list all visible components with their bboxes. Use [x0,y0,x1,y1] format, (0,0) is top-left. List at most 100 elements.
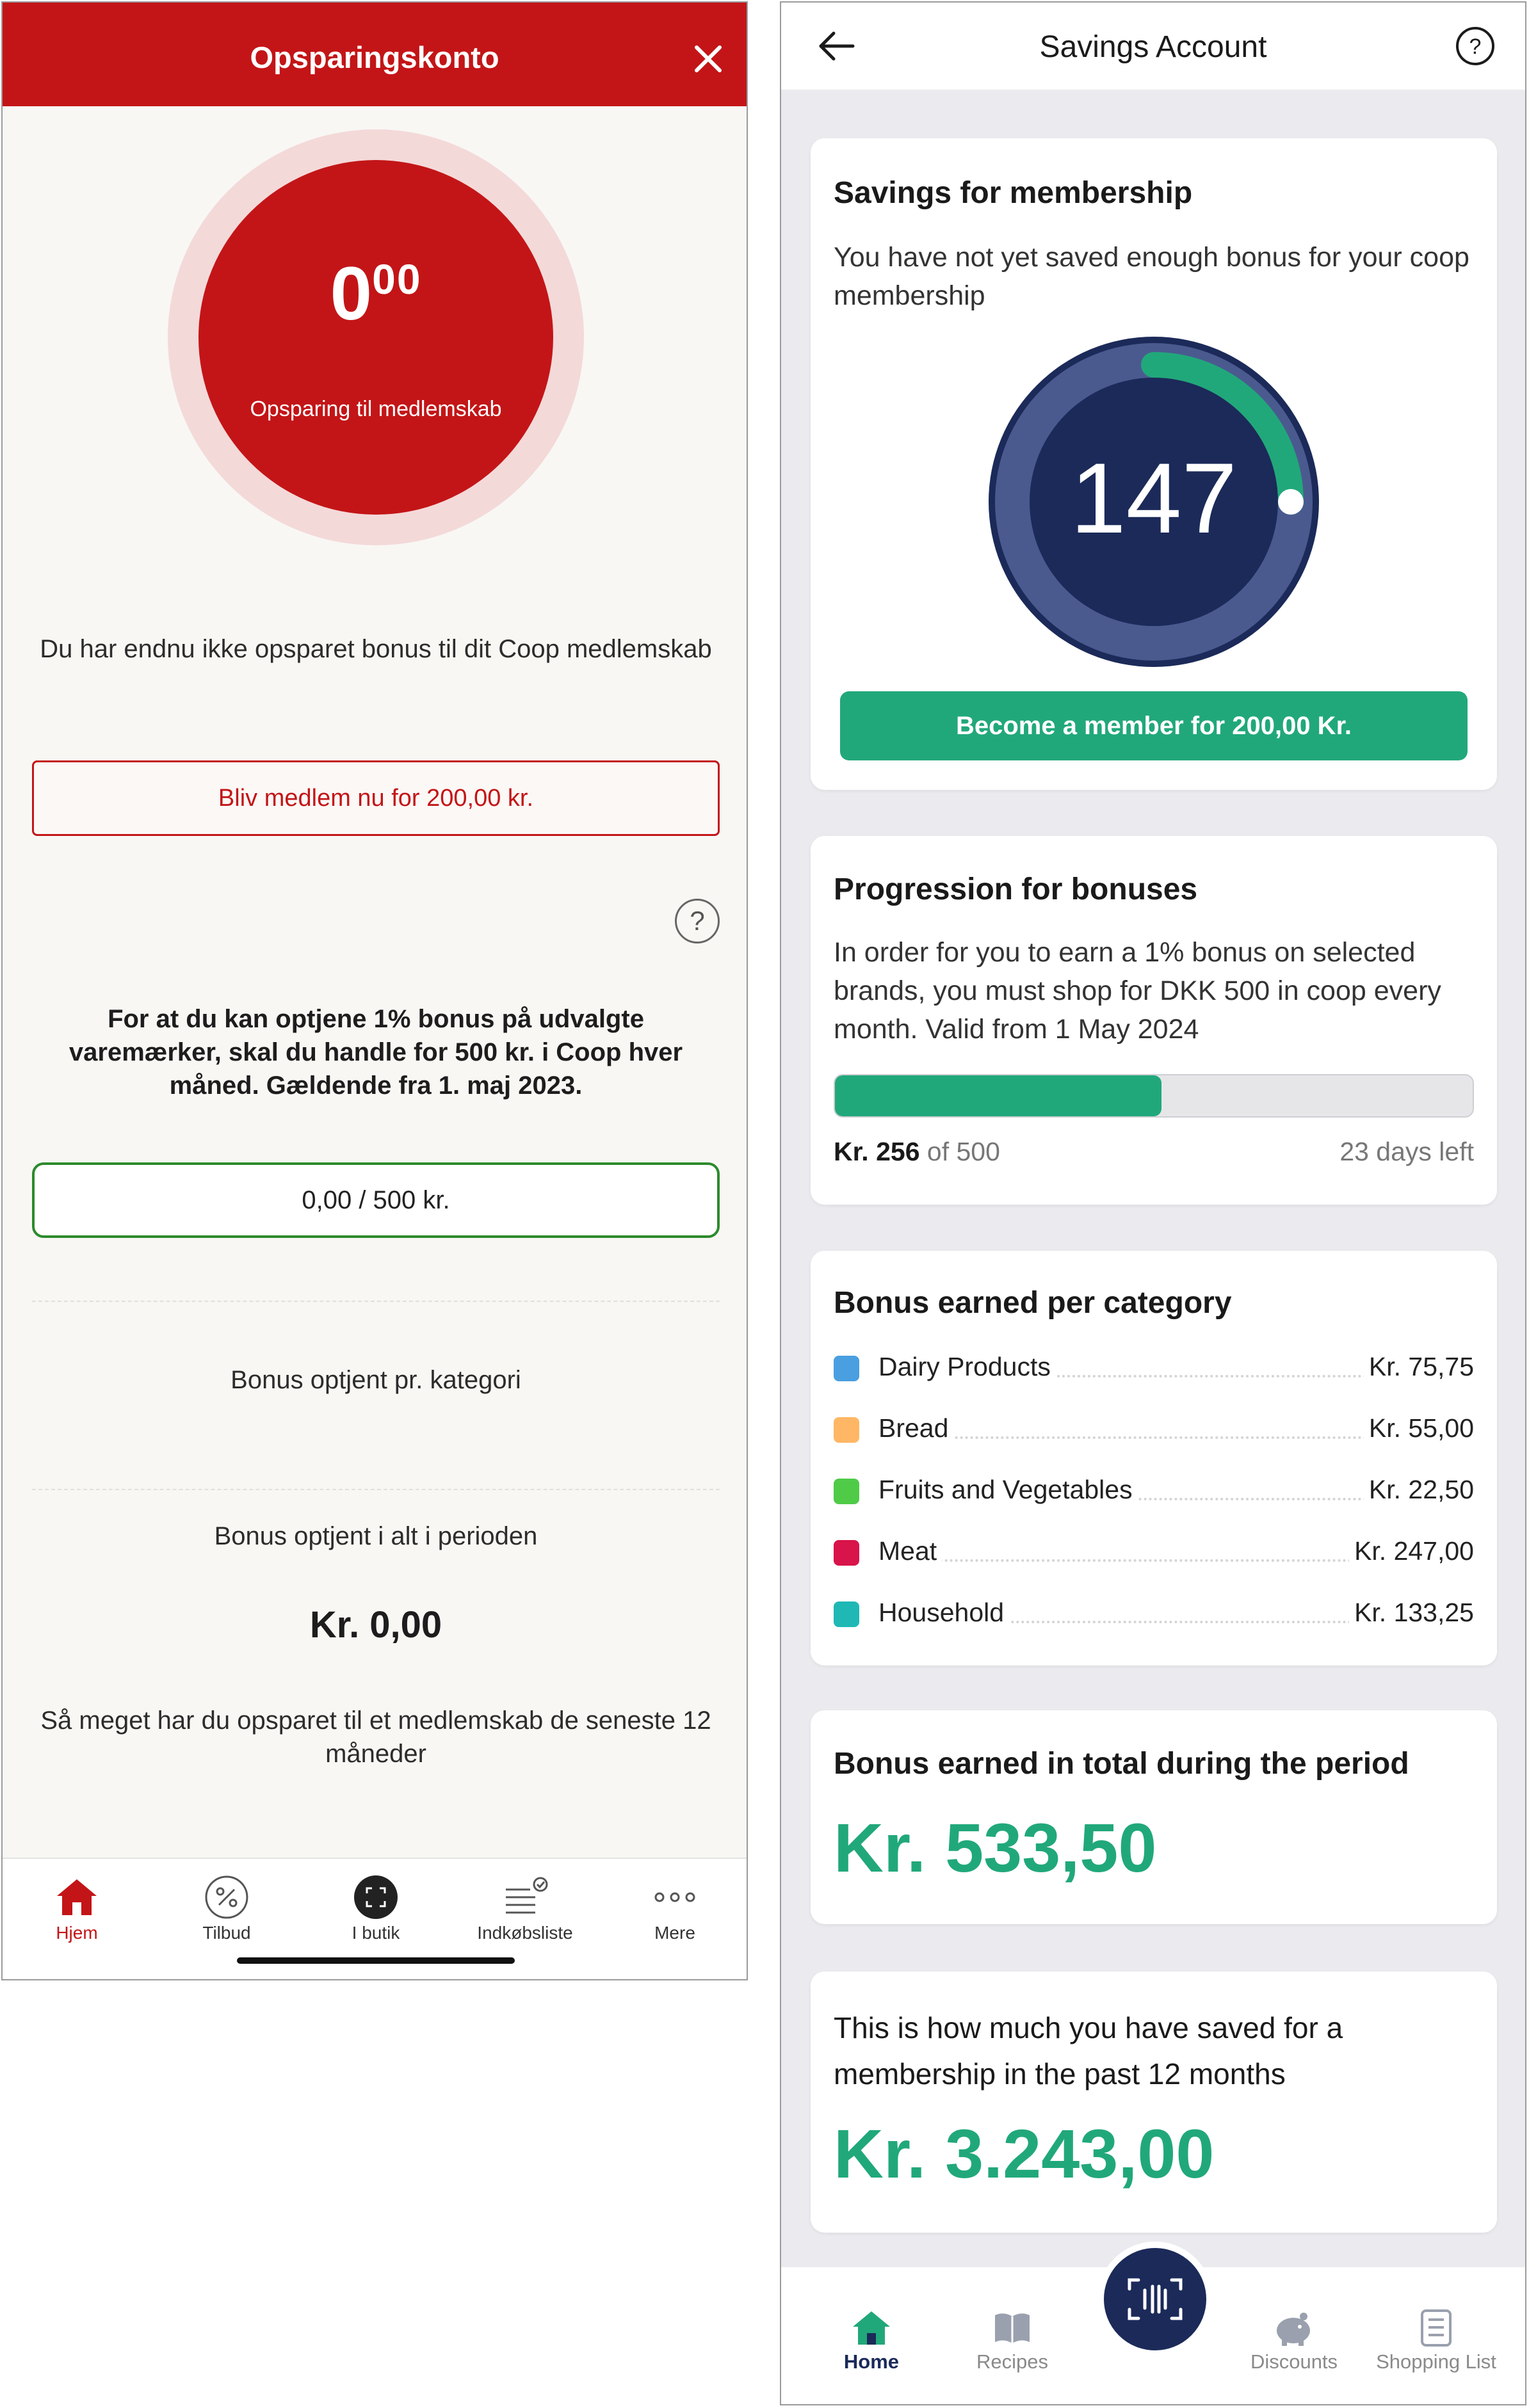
percent-icon [205,1875,248,1919]
nav-item-mere[interactable]: Mere [611,1872,739,1943]
card-title: Bonus earned per category [834,1286,1232,1320]
left-phone-screen: Opsparingskonto 000 Opsparing til medlem… [1,1,748,1980]
category-name: Meat [878,1536,942,1566]
category-swatch [834,1479,859,1504]
savings-amount: 000 [198,256,553,332]
category-value: Kr. 75,75 [1363,1352,1474,1382]
bonus-info-text: For at du kan optjene 1% bonus på udvalg… [69,1005,683,1100]
nav-item-shopping-list[interactable]: Shopping List [1369,2306,1503,2373]
card-text: You have not yet saved enough bonus for … [834,242,1469,311]
category-name: Bread [878,1413,954,1443]
nav-label: Indkøbsliste [477,1923,573,1943]
right-header-bar: Savings Account ? [781,3,1525,90]
page-title: Opsparingskonto [250,40,499,74]
nav-item-discounts[interactable]: Discounts [1227,2306,1361,2373]
saved-text: Så meget har du opsparet til et medlemsk… [40,1706,711,1768]
category-swatch [834,1356,859,1381]
home-icon [57,1879,97,1915]
categories-card: Bonus earned per category Dairy Products… [811,1251,1497,1666]
days-left: 23 days left [1339,1137,1474,1166]
progress-bar-fill [835,1075,1161,1116]
progress-label: Kr. 256 of 500 [834,1137,1000,1167]
period-total: Kr. 533,50 [834,1809,1157,1886]
left-bottom-nav: Hjem Tilbud I butik Indkøbsliste Mere [3,1858,747,1979]
nav-item-i-butik[interactable]: I butik [312,1872,440,1943]
category-row: Fruits and Vegetables Kr. 22,50 [834,1472,1474,1511]
card-text: In order for you to earn a 1% bonus on s… [834,937,1441,1045]
saved-total: Kr. 3.243,00 [834,2115,1215,2192]
savings-amount-main: 0 [330,252,373,336]
category-name: Fruits and Vegetables [878,1475,1138,1505]
period-total: Kr. 0,00 [309,1604,442,1646]
scan-icon [354,1875,398,1919]
progress-current: Kr. 256 [834,1137,920,1166]
progress-bar [834,1074,1474,1118]
period-total-card: Bonus earned in total during the period … [811,1710,1497,1924]
category-name: Dairy Products [878,1352,1056,1382]
progression-card: Progression for bonuses In order for you… [811,836,1497,1205]
card-title: Progression for bonuses [834,872,1198,906]
help-icon[interactable]: ? [1455,26,1496,67]
left-header-bar: Opsparingskonto [3,3,747,106]
piggy-bank-icon [1277,2313,1310,2346]
membership-card: Savings for membership You have not yet … [811,138,1497,790]
nav-label: Shopping List [1376,2350,1496,2373]
category-row: Bread Kr. 55,00 [834,1411,1474,1449]
nav-item-home[interactable]: Home [804,2306,939,2373]
savings-amount-cents: 00 [372,255,422,303]
gauge-value: 147 [1071,443,1237,554]
category-value: Kr. 55,00 [1363,1413,1474,1443]
become-member-button[interactable]: Bliv medlem nu for 200,00 kr. [32,760,720,836]
home-icon [853,2311,890,2345]
card-title: Savings for membership [834,176,1193,210]
period-heading: Bonus optjent i alt i perioden [214,1522,538,1550]
list-icon [1421,2309,1452,2347]
nav-label: Hjem [56,1923,98,1943]
category-value: Kr. 22,50 [1363,1475,1474,1505]
savings-caption: Opsparing til medlemskab [250,397,502,421]
nav-item-recipes[interactable]: Recipes [945,2306,1080,2373]
savings-gauge: 147 [989,337,1319,667]
nav-label: Recipes [976,2350,1048,2373]
nav-item-tilbud[interactable]: Tilbud [163,1872,291,1943]
divider [32,1301,720,1302]
close-icon[interactable] [689,40,727,78]
home-indicator [237,1957,515,1964]
gauge-knob [1278,489,1304,515]
right-bottom-nav: Home Recipes Discounts Shopping List [781,2242,1525,2404]
category-swatch [834,1601,859,1627]
category-swatch [834,1417,859,1443]
category-name: Household [878,1598,1010,1628]
saved-total-card: This is how much you have saved for a me… [811,1971,1497,2233]
nav-label: Discounts [1250,2350,1338,2373]
divider [32,1489,720,1490]
not-saved-text: Du har endnu ikke opsparet bonus til dit… [40,635,712,663]
bonus-progress-box: 0,00 / 500 kr. [32,1162,720,1238]
checklist-icon [506,1877,548,1914]
card-title: Bonus earned in total during the period [834,1747,1409,1781]
category-row: Meat Kr. 247,00 [834,1534,1474,1572]
card-text: This is how much you have saved for a me… [834,2011,1343,2091]
nav-item-indkobsliste[interactable]: Indkøbsliste [461,1872,589,1943]
barcode-scan-icon [1128,2278,1183,2320]
help-icon[interactable]: ? [675,899,720,943]
category-heading[interactable]: Bonus optjent pr. kategori [28,1363,724,1397]
become-member-button[interactable]: Become a member for 200,00 Kr. [840,691,1468,760]
savings-ring: 000 Opsparing til medlemskab [168,129,584,545]
category-row: Household Kr. 133,25 [834,1595,1474,1633]
scan-button[interactable] [1097,2242,1213,2357]
category-value: Kr. 247,00 [1349,1536,1474,1566]
nav-item-hjem[interactable]: Hjem [13,1872,141,1943]
svg-text:?: ? [1469,35,1482,59]
progress-of: of 500 [926,1137,1000,1166]
right-phone-screen: Savings Account ? Savings for membership… [780,1,1526,2405]
more-dots-icon [654,1892,695,1902]
page-title: Savings Account [1039,30,1267,64]
book-icon [995,2313,1030,2343]
category-row: Dairy Products Kr. 75,75 [834,1349,1474,1388]
savings-ring-inner: 000 Opsparing til medlemskab [198,160,553,515]
nav-label: Mere [654,1923,695,1943]
nav-label: Tilbud [202,1923,251,1943]
category-value: Kr. 133,25 [1349,1598,1474,1628]
nav-label: I butik [352,1923,400,1943]
